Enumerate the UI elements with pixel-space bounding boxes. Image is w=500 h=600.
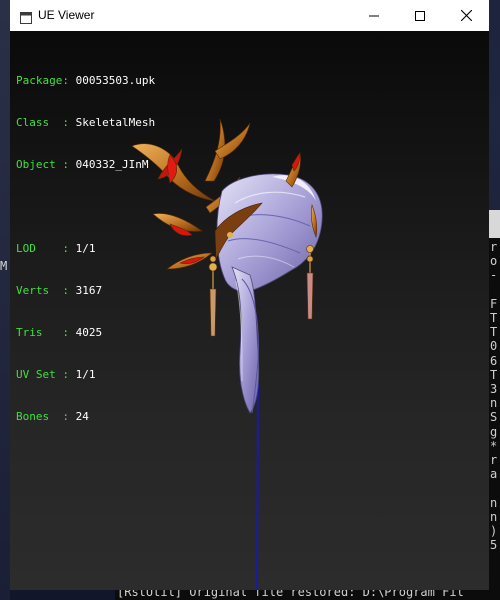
info-bones-row: Bones : 24 bbox=[16, 410, 155, 424]
window-title: UE Viewer bbox=[38, 8, 95, 22]
info-object-label: Object : bbox=[16, 158, 76, 171]
info-uvset-row: UV Set : 1/1 bbox=[16, 368, 155, 382]
background-console-window[interactable]: r o - F T T 0 6 T 3 n S g * r a n n ) 5 bbox=[489, 210, 500, 600]
minimize-button[interactable] bbox=[351, 0, 397, 31]
info-bones-value: 24 bbox=[75, 410, 89, 423]
minimize-icon bbox=[369, 6, 379, 25]
info-tris-value: 4025 bbox=[75, 326, 103, 339]
info-lod-value: 1/1 bbox=[75, 242, 96, 255]
info-lod-row: LOD : 1/1 bbox=[16, 242, 155, 256]
close-button[interactable] bbox=[443, 0, 489, 31]
maximize-icon bbox=[415, 6, 425, 25]
console-titlebar[interactable] bbox=[489, 210, 500, 238]
info-uvset-value: 1/1 bbox=[75, 368, 96, 381]
info-package-value: 00053503.upk bbox=[75, 74, 156, 87]
info-verts-label: Verts : bbox=[16, 284, 76, 297]
maximize-button[interactable] bbox=[397, 0, 443, 31]
3d-viewport[interactable]: Package: 00053503.upk Class : SkeletalMe… bbox=[10, 31, 489, 590]
console-text: r o - F T T 0 6 T 3 n S g * r a n n ) 5 bbox=[490, 240, 498, 553]
hair-volume bbox=[216, 173, 323, 414]
info-package-row: Package: 00053503.upk bbox=[16, 74, 155, 88]
console-bottom-line: [RstUtil] Original file restored: D:\Pro… bbox=[115, 589, 500, 600]
info-bones-label: Bones : bbox=[16, 410, 76, 423]
info-uvset-label: UV Set : bbox=[16, 368, 76, 381]
info-verts-value: 3167 bbox=[75, 284, 103, 297]
info-class-label: Class : bbox=[16, 116, 76, 129]
info-class-row: Class : SkeletalMesh bbox=[16, 116, 155, 130]
background-window-edge bbox=[0, 0, 10, 600]
info-tris-label: Tris : bbox=[16, 326, 76, 339]
background-window-text: M bbox=[0, 259, 8, 273]
info-tris-row: Tris : 4025 bbox=[16, 326, 155, 340]
info-verts-row: Verts : 3167 bbox=[16, 284, 155, 298]
axis-line bbox=[256, 382, 259, 590]
ue-viewer-window[interactable]: UE Viewer Package: 00053503.upk Class: … bbox=[10, 0, 489, 590]
info-lod-label: LOD : bbox=[16, 242, 76, 255]
app-window-icon bbox=[20, 9, 32, 24]
mesh-info-overlay: Package: 00053503.upk Class : SkeletalMe… bbox=[16, 46, 155, 452]
console-bottom-text: [RstUtil] Original file restored: D:\Pro… bbox=[117, 589, 464, 599]
title-bar[interactable]: UE Viewer bbox=[10, 0, 489, 31]
info-object-value: 040332_JInM bbox=[75, 158, 149, 171]
close-icon bbox=[460, 6, 472, 25]
info-package-label: Package: bbox=[16, 74, 76, 87]
tassel-left bbox=[208, 255, 218, 337]
info-object-row: Object : 040332_JInM bbox=[16, 158, 155, 172]
info-class-value: SkeletalMesh bbox=[75, 116, 156, 129]
headband-gem bbox=[227, 232, 233, 238]
